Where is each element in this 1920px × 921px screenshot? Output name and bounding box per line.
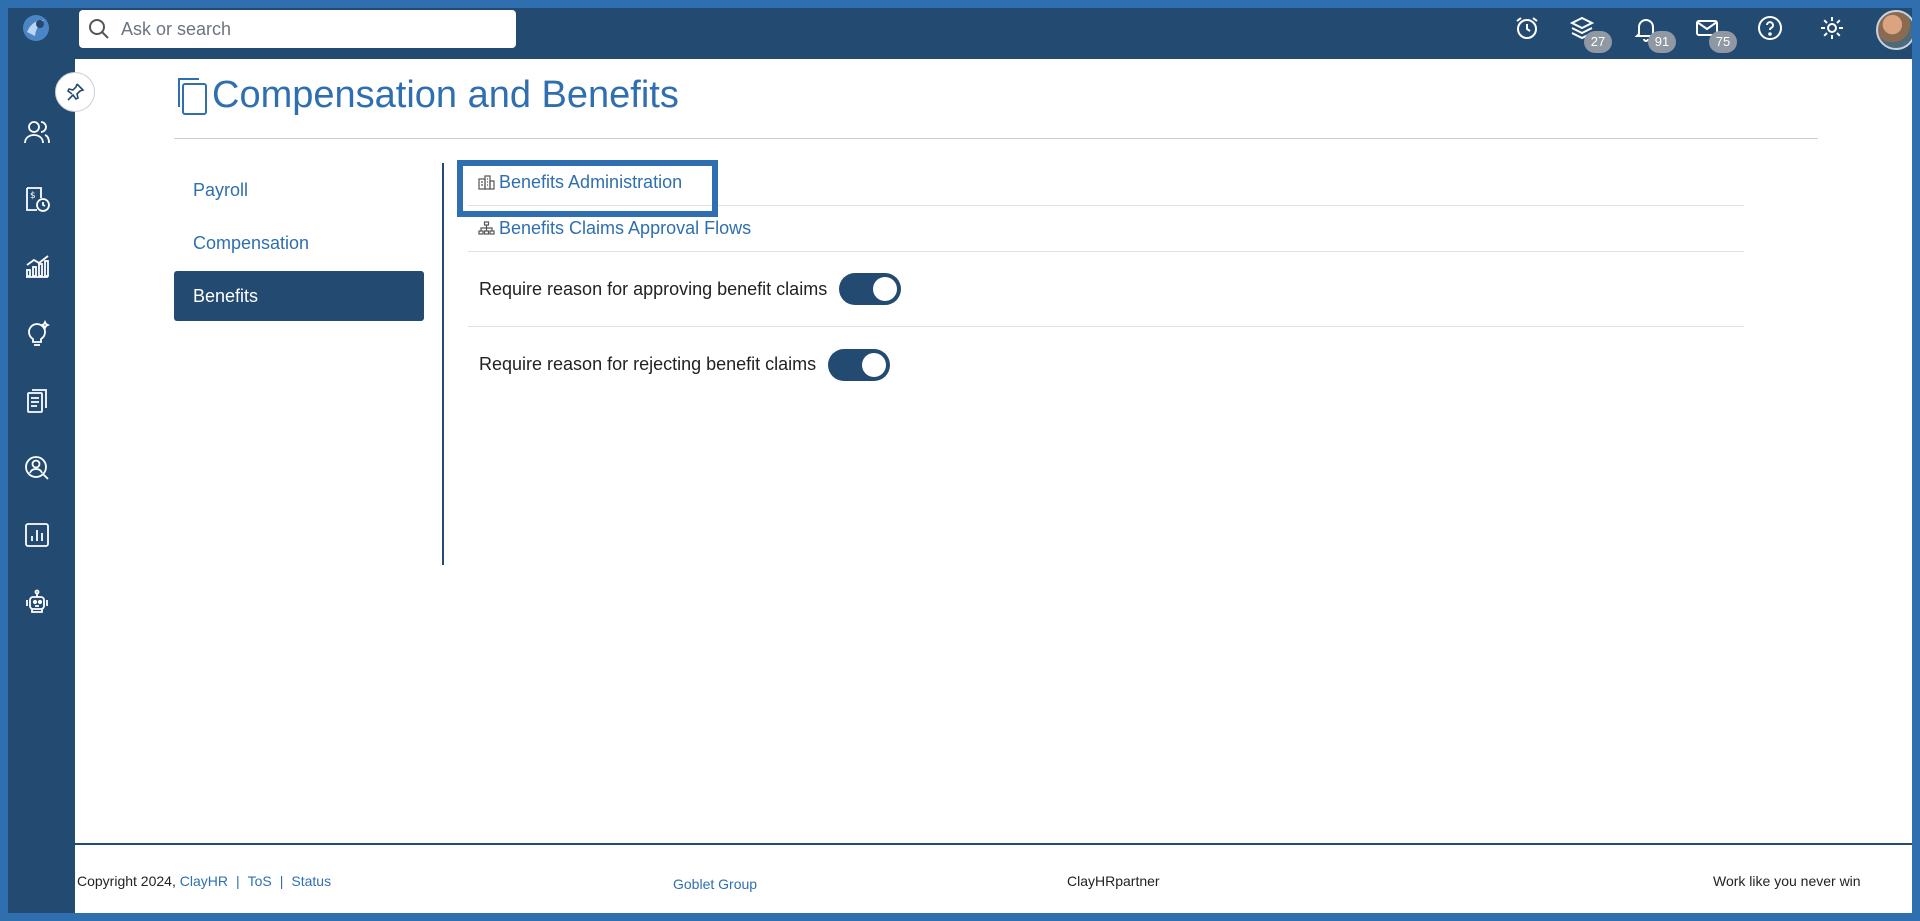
svg-text:$: $: [30, 191, 36, 201]
layers-badge: 27: [1584, 31, 1612, 53]
mail-badge: 75: [1709, 31, 1737, 53]
clayhr-logo-icon[interactable]: [22, 14, 50, 42]
partner-text: ClayHRpartner: [1067, 873, 1160, 889]
documents-icon[interactable]: [22, 386, 52, 416]
toggle-approving-reason[interactable]: [839, 273, 902, 305]
toggle-knob: [873, 277, 898, 301]
footer-separator: |: [235, 873, 240, 889]
toggle-rejecting-reason[interactable]: [828, 348, 891, 381]
page-header: Compensation and Benefits: [174, 74, 679, 117]
settings-gear-icon[interactable]: [1817, 13, 1847, 43]
sitemap-icon: [478, 221, 495, 235]
toggle-knob: [862, 352, 887, 377]
sidebar: $: [0, 59, 75, 921]
benefits-settings-panel: Benefits Administration Benefits Claims …: [468, 160, 1744, 402]
help-icon[interactable]: [1755, 13, 1785, 43]
section-divider: [442, 163, 444, 565]
setting-row-rejecting-reason: Require reason for rejecting benefit cla…: [468, 327, 1744, 402]
subnav-item-benefits[interactable]: Benefits: [174, 271, 424, 321]
user-search-icon[interactable]: [22, 453, 52, 483]
search-icon: [89, 19, 109, 39]
benefits-administration-label: Benefits Administration: [499, 172, 683, 192]
settings-subnav: Payroll Compensation Benefits: [174, 165, 424, 324]
people-icon[interactable]: [22, 117, 52, 147]
page-title: Compensation and Benefits: [212, 74, 679, 116]
user-avatar[interactable]: [1876, 10, 1916, 50]
subnav-item-compensation[interactable]: Compensation: [174, 218, 424, 268]
growth-chart-icon[interactable]: [22, 251, 52, 281]
pin-icon[interactable]: [55, 72, 95, 112]
benefits-administration-link[interactable]: Benefits Administration: [468, 160, 1744, 206]
alarm-clock-icon[interactable]: [1512, 13, 1542, 43]
title-divider: [174, 138, 1818, 139]
layers-icon[interactable]: 27: [1567, 13, 1612, 53]
tagline-text: Work like you never win: [1713, 873, 1861, 889]
clayhr-link[interactable]: ClayHR: [180, 873, 228, 889]
setting-label-approving-reason: Require reason for approving benefit cla…: [479, 278, 828, 299]
copy-documents-icon: [178, 77, 207, 115]
lightbulb-sparkle-icon[interactable]: [22, 318, 52, 348]
footer-separator: |: [279, 873, 284, 889]
bot-assistant-icon[interactable]: [22, 586, 52, 616]
search-input[interactable]: [121, 18, 501, 40]
notifications-badge: 91: [1648, 31, 1676, 53]
tos-link[interactable]: ToS: [248, 873, 272, 889]
benefits-claims-approval-flows-link[interactable]: Benefits Claims Approval Flows: [468, 206, 1744, 252]
search-box[interactable]: [79, 10, 516, 48]
mail-icon[interactable]: 75: [1692, 13, 1737, 53]
setting-label-rejecting-reason: Require reason for rejecting benefit cla…: [479, 354, 817, 374]
goblet-group-link[interactable]: Goblet Group: [673, 876, 757, 892]
benefits-claims-approval-flows-label: Benefits Claims Approval Flows: [499, 218, 752, 238]
payroll-clock-icon[interactable]: $: [22, 184, 52, 214]
notification-bell-icon[interactable]: 91: [1631, 13, 1676, 53]
status-link[interactable]: Status: [291, 873, 331, 889]
copyright-text: Copyright 2024,: [77, 873, 176, 889]
analytics-icon[interactable]: [22, 520, 52, 550]
footer-left: Copyright 2024, ClayHR | ToS | Status: [77, 873, 331, 889]
setting-row-approving-reason: Require reason for approving benefit cla…: [468, 252, 1744, 327]
building-icon: [478, 175, 495, 190]
subnav-item-payroll[interactable]: Payroll: [174, 165, 424, 215]
top-bar: 27 91 75: [0, 0, 1920, 59]
footer: Copyright 2024, ClayHR | ToS | Status Goblet…: [75, 843, 1920, 921]
